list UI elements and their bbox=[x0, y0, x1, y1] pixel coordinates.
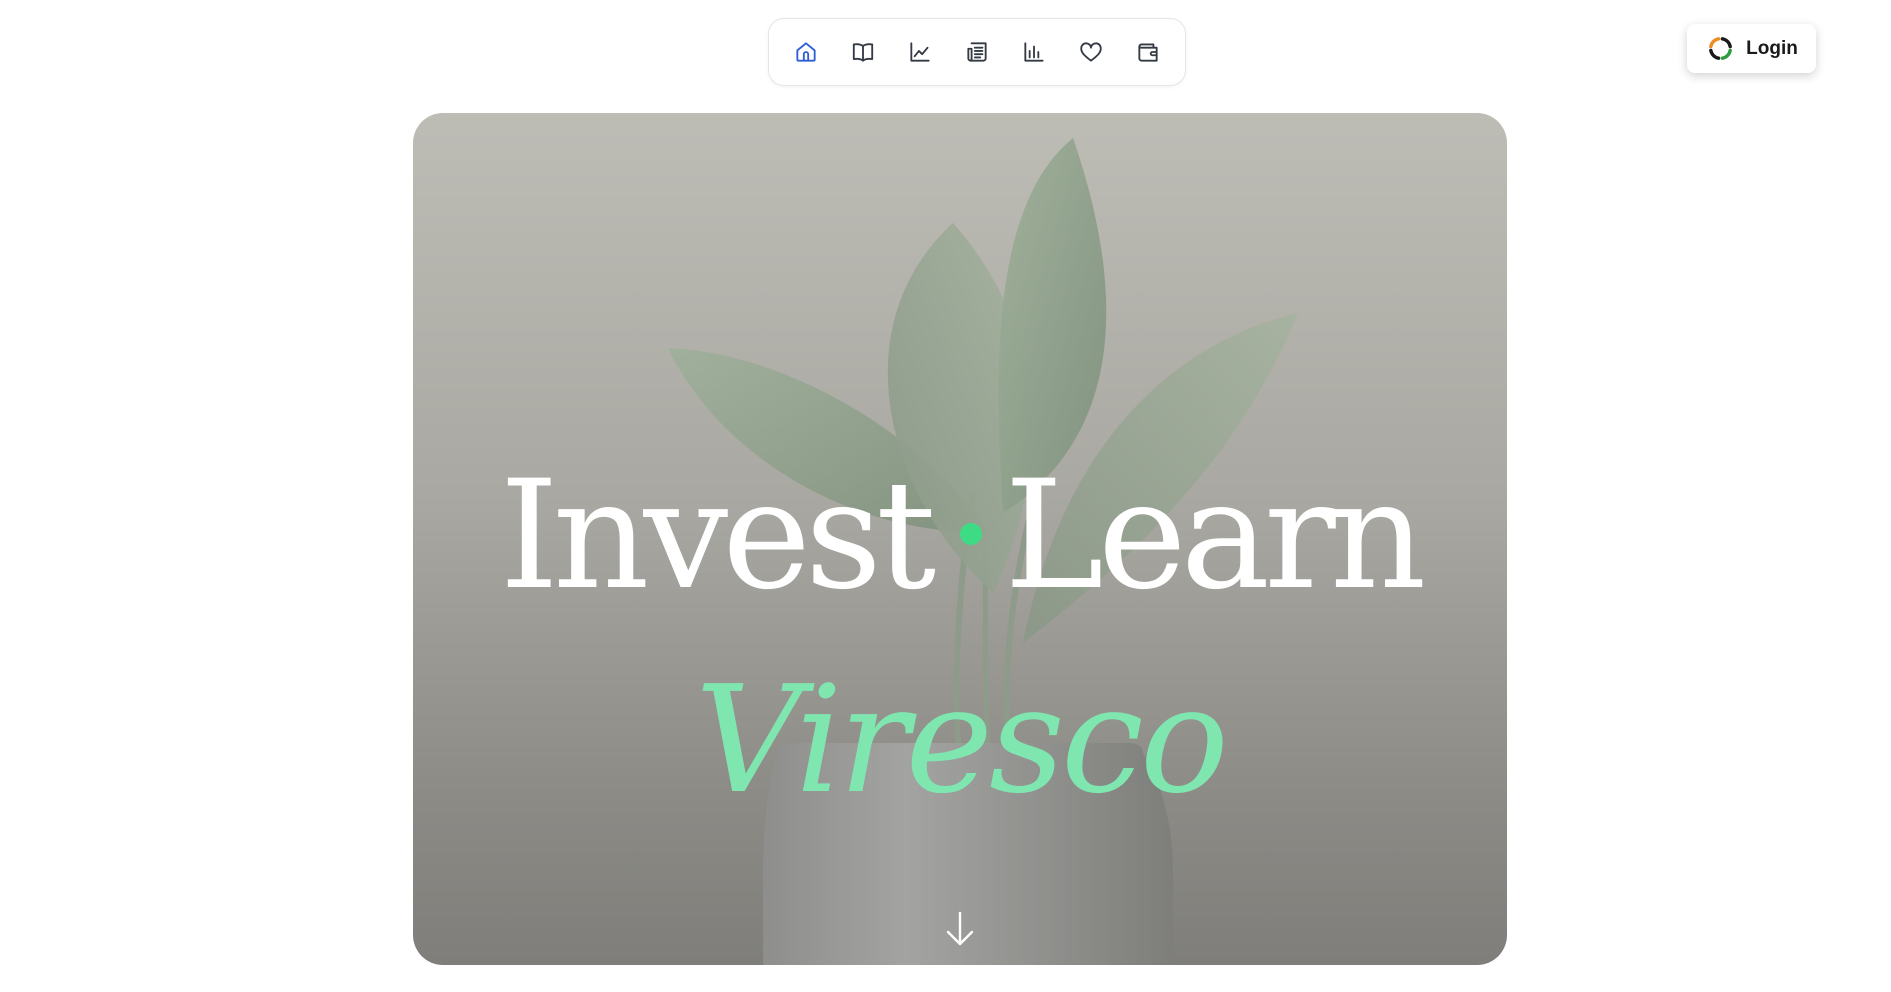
newspaper-icon bbox=[967, 42, 987, 62]
login-button[interactable]: Login bbox=[1687, 24, 1816, 73]
line-chart-icon bbox=[910, 42, 930, 62]
nav-performance[interactable] bbox=[901, 33, 939, 71]
hero-title-learn: Learn bbox=[1004, 449, 1426, 623]
brand-name: Viresco bbox=[695, 654, 1229, 826]
wallet-icon bbox=[1138, 43, 1158, 62]
nav-home[interactable] bbox=[787, 33, 825, 71]
book-icon bbox=[852, 43, 874, 62]
nav-learn[interactable] bbox=[844, 33, 882, 71]
hero-title-invest: Invest bbox=[499, 449, 937, 623]
home-icon bbox=[796, 42, 816, 62]
brand-ring-icon bbox=[1709, 37, 1733, 60]
separator-dot bbox=[960, 523, 983, 546]
hero-banner: Invest Learn Viresco bbox=[413, 113, 1507, 965]
nav-news[interactable] bbox=[958, 33, 996, 71]
bar-chart-icon bbox=[1024, 42, 1044, 62]
top-navigation bbox=[768, 18, 1186, 86]
heart-icon bbox=[1080, 42, 1102, 62]
scroll-down-button[interactable] bbox=[943, 909, 977, 949]
login-label: Login bbox=[1746, 37, 1798, 59]
hero-headline: Invest Learn bbox=[413, 461, 1507, 611]
nav-statistics[interactable] bbox=[1015, 33, 1053, 71]
nav-wallet[interactable] bbox=[1129, 33, 1167, 71]
nav-favorites[interactable] bbox=[1072, 33, 1110, 71]
arrow-down-icon bbox=[946, 911, 974, 946]
landing-page: Login Invest Learn Viresco bbox=[0, 0, 1891, 992]
